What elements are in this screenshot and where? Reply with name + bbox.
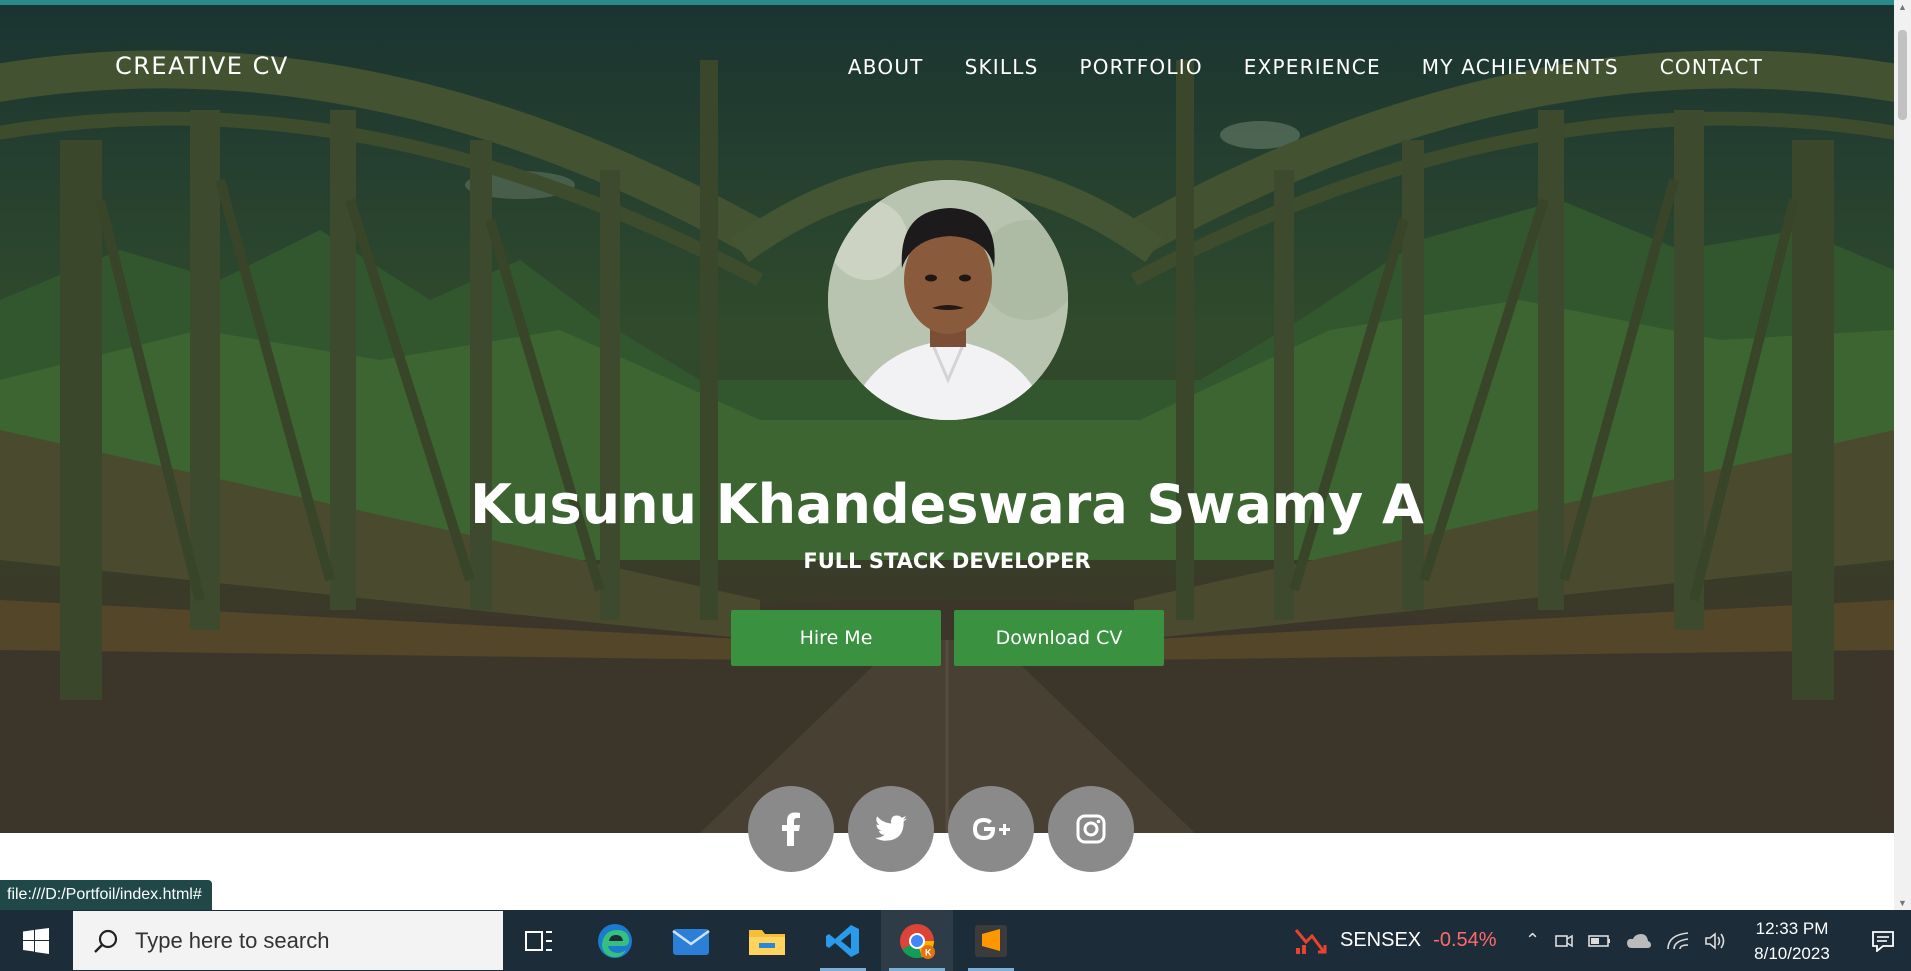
google-plus-icon <box>973 818 1010 840</box>
profile-role: FULL STACK DEVELOPER <box>803 549 1091 573</box>
scroll-down-arrow-icon[interactable]: ▼ <box>1898 898 1907 908</box>
instagram-link[interactable] <box>1048 786 1134 872</box>
profile-name: Kusunu Khandeswara Swamy A <box>470 473 1424 536</box>
main-nav: ABOUT SKILLS PORTFOLIO EXPERIENCE MY ACH… <box>807 55 1763 79</box>
wifi-icon[interactable] <box>1666 931 1690 951</box>
twitter-link[interactable] <box>848 786 934 872</box>
facebook-icon <box>782 812 800 846</box>
profile-avatar <box>828 180 1068 420</box>
search-placeholder: Type here to search <box>135 927 330 953</box>
volume-icon[interactable] <box>1704 931 1728 951</box>
nav-skills[interactable]: SKILLS <box>965 55 1039 79</box>
download-cv-button[interactable]: Download CV <box>954 610 1164 666</box>
windows-logo-icon <box>23 927 49 954</box>
sensex-change: -0.54% <box>1433 929 1497 951</box>
facebook-link[interactable] <box>748 786 834 872</box>
link-status-url: file:///D:/Portfoil/index.html# <box>0 880 212 910</box>
edge-taskbar-button[interactable] <box>584 910 646 971</box>
notification-center-button[interactable] <box>1855 910 1911 971</box>
onedrive-cloud-icon[interactable] <box>1626 932 1652 950</box>
windows-taskbar: Type here to search K SENSEX -0.54% ⌃ 12… <box>0 910 1911 971</box>
mail-taskbar-button[interactable] <box>660 910 722 971</box>
vertical-scrollbar[interactable]: ▲ ▼ <box>1894 0 1911 910</box>
clock-time: 12:33 PM <box>1755 919 1829 938</box>
search-icon <box>94 929 118 953</box>
clock-date: 8/10/2023 <box>1754 944 1830 963</box>
file-explorer-taskbar-button[interactable] <box>736 910 798 971</box>
twitter-icon <box>875 815 907 841</box>
nav-portfolio[interactable]: PORTFOLIO <box>1079 55 1202 79</box>
notification-icon <box>1872 930 1894 952</box>
svg-text:K: K <box>925 947 932 957</box>
scrollbar-thumb[interactable] <box>1898 30 1907 120</box>
sensex-label: SENSEX <box>1340 929 1422 951</box>
hire-me-button[interactable]: Hire Me <box>731 610 941 666</box>
battery-icon[interactable] <box>1588 933 1612 949</box>
nav-about[interactable]: ABOUT <box>848 55 924 79</box>
instagram-icon <box>1076 814 1106 844</box>
system-tray: ⌃ <box>1525 910 1728 971</box>
edge-icon <box>598 923 632 958</box>
nav-experience[interactable]: EXPERIENCE <box>1244 55 1381 79</box>
nav-contact[interactable]: CONTACT <box>1660 55 1763 79</box>
task-view-button[interactable] <box>508 910 570 971</box>
sublime-taskbar-button[interactable] <box>960 910 1022 971</box>
start-button[interactable] <box>0 910 72 971</box>
chrome-taskbar-button[interactable]: K <box>881 910 953 971</box>
vscode-taskbar-button[interactable] <box>812 910 874 971</box>
scroll-up-arrow-icon[interactable]: ▲ <box>1898 2 1907 12</box>
meet-now-icon[interactable] <box>1554 931 1574 951</box>
chrome-icon: K <box>900 923 935 959</box>
google-plus-link[interactable] <box>948 786 1034 872</box>
sublime-icon <box>975 924 1007 957</box>
stock-chart-down-icon <box>1294 928 1327 954</box>
show-hidden-icons-chevron-icon[interactable]: ⌃ <box>1525 930 1540 951</box>
taskbar-search[interactable]: Type here to search <box>73 911 503 970</box>
mail-icon <box>672 928 710 955</box>
file-explorer-icon <box>749 929 785 955</box>
top-accent-bar <box>0 0 1894 5</box>
nav-achievements[interactable]: MY ACHIEVMENTS <box>1422 55 1619 79</box>
taskbar-clock[interactable]: 12:33 PM 8/10/2023 <box>1742 916 1842 966</box>
sensex-widget[interactable]: SENSEX -0.54% <box>1294 910 1497 971</box>
social-links <box>748 786 1134 872</box>
site-brand[interactable]: CREATIVE CV <box>115 52 289 80</box>
task-view-icon <box>525 930 552 951</box>
vscode-icon <box>826 924 859 957</box>
